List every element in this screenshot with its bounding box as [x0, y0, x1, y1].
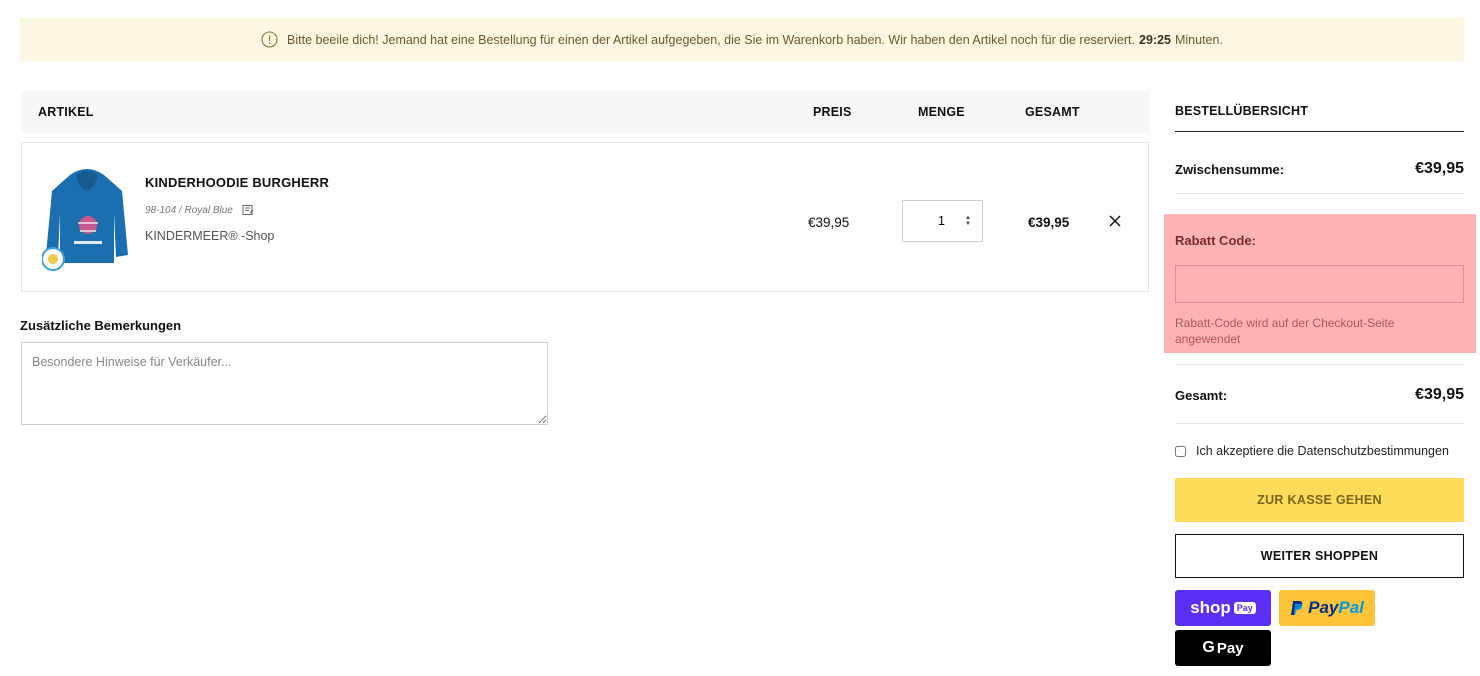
total-label: Gesamt:	[1175, 387, 1228, 403]
continue-shopping-button[interactable]: WEITER SHOPPEN	[1175, 534, 1464, 578]
stepper-arrows-icon[interactable]: ▲ ▼	[965, 215, 971, 227]
header-artikel: ARTIKEL	[38, 105, 94, 119]
product-variant: 98-104 / Royal Blue	[145, 204, 254, 216]
reservation-notice: Bitte beeile dich! Jemand hat eine Beste…	[20, 18, 1464, 61]
paypal-text-pal: Pal	[1338, 598, 1364, 617]
product-total: €39,95	[1028, 215, 1070, 230]
discount-code-input[interactable]	[1175, 265, 1464, 303]
paypal-text-pay: Pay	[1308, 598, 1339, 617]
notice-suffix: Minuten.	[1174, 32, 1223, 47]
shop-pay-text: shop	[1190, 598, 1231, 617]
header-menge: MENGE	[918, 105, 965, 119]
total-divider	[1175, 423, 1464, 424]
total-row: Gesamt: €39,95	[1175, 386, 1464, 404]
google-g-icon: G	[1202, 639, 1215, 656]
quantity-input[interactable]	[903, 214, 965, 228]
remove-item-icon[interactable]	[1107, 213, 1123, 229]
edit-icon[interactable]	[242, 204, 254, 216]
discount-label: Rabatt Code:	[1175, 233, 1256, 248]
subtotal-label: Zwischensumme:	[1175, 161, 1285, 177]
paypal-logo-icon	[1290, 600, 1304, 616]
summary-title: BESTELLÜBERSICHT	[1175, 104, 1309, 118]
privacy-label: Ich akzeptiere die Datenschutzbestimmung…	[1196, 444, 1449, 458]
quantity-stepper[interactable]: ▲▼	[902, 200, 983, 242]
shop-pay-chip: Pay	[1233, 602, 1256, 614]
notice-text: Bitte beeile dich! Jemand hat eine Beste…	[287, 32, 1135, 47]
product-image[interactable]	[41, 163, 132, 273]
cart-table-header: ARTIKEL PREIS MENGE GESAMT	[21, 91, 1149, 133]
notes-textarea[interactable]	[21, 342, 548, 425]
subtotal-divider	[1175, 193, 1464, 194]
header-gesamt: GESAMT	[1025, 105, 1080, 119]
discount-divider	[1175, 364, 1464, 365]
subtotal-row: Zwischensumme: €39,95	[1175, 160, 1464, 178]
checkout-button[interactable]: ZUR KASSE GEHEN	[1175, 478, 1464, 522]
product-price: €39,95	[808, 215, 850, 230]
product-vendor: KINDERMEER® -Shop	[145, 229, 275, 243]
google-pay-button[interactable]: G Pay	[1175, 630, 1271, 666]
summary-title-divider	[1175, 131, 1464, 132]
reservation-timer: 29:25	[1139, 32, 1171, 47]
cart-item-row: KINDERHOODIE BURGHERR 98-104 / Royal Blu…	[21, 142, 1149, 292]
subtotal-value: €39,95	[1415, 160, 1464, 177]
total-value: €39,95	[1415, 386, 1464, 403]
notes-label: Zusätzliche Bemerkungen	[20, 318, 182, 333]
privacy-consent[interactable]: Ich akzeptiere die Datenschutzbestimmung…	[1175, 444, 1449, 458]
paypal-button[interactable]: Pay Pal	[1279, 590, 1375, 626]
header-preis: PREIS	[813, 105, 852, 119]
gpay-text: Pay	[1216, 639, 1244, 657]
discount-section: Rabatt Code: Rabatt-Code wird auf der Ch…	[1164, 214, 1476, 353]
variant-text: 98-104 / Royal Blue	[145, 204, 233, 216]
shop-pay-button[interactable]: shop Pay	[1175, 590, 1271, 626]
privacy-checkbox[interactable]	[1175, 445, 1186, 457]
product-name[interactable]: KINDERHOODIE BURGHERR	[145, 175, 329, 190]
discount-hint: Rabatt-Code wird auf der Checkout-Seite …	[1175, 316, 1395, 346]
info-icon	[261, 31, 278, 48]
